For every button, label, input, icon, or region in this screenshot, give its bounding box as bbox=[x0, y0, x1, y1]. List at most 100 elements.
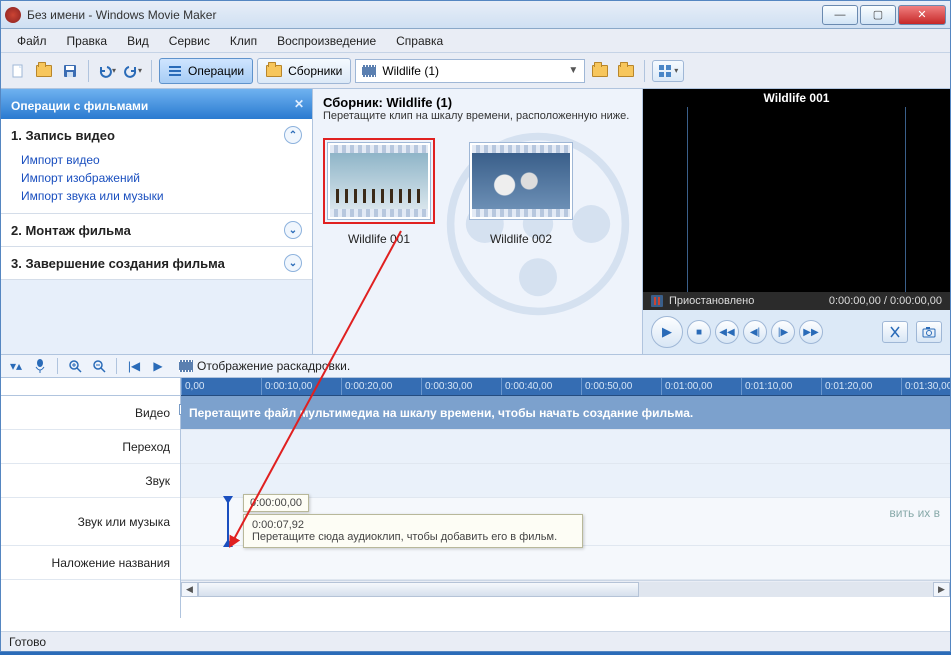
preview-status-text: Приостановлено bbox=[669, 295, 754, 307]
preview-time: 0:00:00,00 / 0:00:00,00 bbox=[829, 295, 942, 307]
stop-button[interactable]: ■ bbox=[687, 320, 711, 344]
window-title: Без имени - Windows Movie Maker bbox=[27, 8, 820, 22]
collections-button[interactable]: Сборники bbox=[257, 58, 351, 84]
collection-title: Сборник: Wildlife (1) bbox=[323, 95, 632, 110]
link-import-video[interactable]: Импорт видео bbox=[21, 151, 302, 169]
track-label-title: Наложение названия bbox=[1, 546, 180, 580]
ruler-tick: 0:00:10,00 bbox=[261, 378, 341, 395]
scroll-right-button[interactable]: ▶ bbox=[933, 582, 950, 597]
step-fwd-button[interactable]: |▶ bbox=[771, 320, 795, 344]
status-text: Готово bbox=[9, 635, 46, 649]
preview-title: Wildlife 001 bbox=[643, 89, 950, 107]
menu-playback[interactable]: Воспроизведение bbox=[269, 31, 384, 51]
app-icon bbox=[5, 7, 21, 23]
status-bar: Готово bbox=[1, 631, 950, 651]
collections-button-label: Сборники bbox=[288, 64, 342, 78]
task-pane-close-icon[interactable]: ✕ bbox=[294, 97, 304, 111]
track-video[interactable]: Перетащите файл мультимедиа на шкалу вре… bbox=[181, 396, 950, 430]
menu-file[interactable]: Файл bbox=[9, 31, 55, 51]
tooltip-start-time: 0:00:00,00 bbox=[243, 494, 309, 512]
film-icon bbox=[179, 360, 193, 372]
next-button[interactable]: ▶▶ bbox=[799, 320, 823, 344]
drag-insert-marker bbox=[227, 498, 229, 545]
clip-item-1[interactable]: Wildlife 001 bbox=[323, 138, 435, 246]
collection-pane: Сборник: Wildlife (1) Перетащите клип на… bbox=[313, 89, 642, 354]
ruler-tick: 0:00:50,00 bbox=[581, 378, 661, 395]
track-title-overlay[interactable] bbox=[181, 546, 950, 580]
minimize-button[interactable]: — bbox=[822, 5, 858, 25]
zoom-in-button[interactable] bbox=[66, 357, 84, 375]
collection-subtitle: Перетащите клип на шкалу времени, распол… bbox=[323, 110, 632, 122]
play-button[interactable]: ▶ bbox=[651, 316, 683, 348]
new-folder-button[interactable] bbox=[615, 60, 637, 82]
menu-service[interactable]: Сервис bbox=[161, 31, 218, 51]
track-sound[interactable] bbox=[181, 464, 950, 498]
tooltip-end-time: 0:00:07,92 bbox=[252, 519, 574, 531]
scroll-left-button[interactable]: ◀ bbox=[181, 582, 198, 597]
rewind-timeline-button[interactable]: |◀ bbox=[125, 357, 143, 375]
tasks-button-label: Операции bbox=[188, 64, 244, 78]
prev-button[interactable]: ◀◀ bbox=[715, 320, 739, 344]
zoom-out-button[interactable] bbox=[90, 357, 108, 375]
maximize-button[interactable]: ▢ bbox=[860, 5, 896, 25]
task-group-1[interactable]: 1. Запись видео ⌃ bbox=[1, 119, 312, 151]
tooltip-drop-audio: 0:00:07,92 Перетащите сюда аудиоклип, чт… bbox=[243, 514, 583, 548]
view-button[interactable]: ▾ bbox=[652, 60, 684, 82]
split-button[interactable] bbox=[882, 321, 908, 343]
preview-controls: ▶ ■ ◀◀ ◀| |▶ ▶▶ bbox=[643, 310, 950, 354]
link-import-audio[interactable]: Импорт звука или музыки bbox=[21, 187, 302, 205]
tasks-button[interactable]: Операции bbox=[159, 58, 253, 84]
narrate-button[interactable] bbox=[31, 357, 49, 375]
track-label-sound: Звук bbox=[1, 464, 180, 498]
timeline-ruler[interactable]: 0,00 0:00:10,00 0:00:20,00 0:00:30,00 0:… bbox=[181, 378, 950, 396]
ruler-tick: 0:01:00,00 bbox=[661, 378, 741, 395]
play-timeline-button[interactable]: ▶ bbox=[149, 357, 167, 375]
task-group-2[interactable]: 2. Монтаж фильма ⌄ bbox=[1, 214, 312, 246]
clip-1-label: Wildlife 001 bbox=[323, 232, 435, 246]
clip-item-2[interactable]: Wildlife 002 bbox=[465, 138, 577, 246]
up-folder-button[interactable] bbox=[589, 60, 611, 82]
menu-edit[interactable]: Правка bbox=[59, 31, 116, 51]
link-import-images[interactable]: Импорт изображений bbox=[21, 169, 302, 187]
track-label-video: Видео − bbox=[1, 396, 180, 430]
chevron-down-icon: ⌄ bbox=[284, 221, 302, 239]
track-transition[interactable] bbox=[181, 430, 950, 464]
video-track-hint: Перетащите файл мультимедиа на шкалу вре… bbox=[181, 396, 950, 429]
ruler-tick: 0:00:30,00 bbox=[421, 378, 501, 395]
task-pane-header: Операции с фильмами ✕ bbox=[1, 89, 312, 119]
collection-select[interactable]: Wildlife (1) ▼ bbox=[355, 59, 585, 83]
menu-help[interactable]: Справка bbox=[388, 31, 451, 51]
ruler-tick: 0:00:40,00 bbox=[501, 378, 581, 395]
task-group-3-label: 3. Завершение создания фильма bbox=[11, 256, 225, 271]
track-music[interactable]: 0:00:00,00 0:00:07,92 Перетащите сюда ау… bbox=[181, 498, 950, 546]
ruler-tick: 0,00 bbox=[181, 378, 261, 395]
toolbar: ▾ ▾ Операции Сборники Wildlife (1) ▼ ▾ bbox=[1, 53, 950, 89]
snapshot-button[interactable] bbox=[916, 321, 942, 343]
ruler-tick: 0:00:20,00 bbox=[341, 378, 421, 395]
chevron-down-icon: ⌄ bbox=[284, 254, 302, 272]
new-button[interactable] bbox=[7, 60, 29, 82]
timeline-view-toggle[interactable]: Отображение раскадровки. bbox=[179, 359, 350, 373]
scrollbar-thumb[interactable] bbox=[198, 582, 639, 597]
chevron-up-icon: ⌃ bbox=[284, 126, 302, 144]
task-group-3[interactable]: 3. Завершение создания фильма ⌄ bbox=[1, 247, 312, 279]
save-button[interactable] bbox=[59, 60, 81, 82]
set-trim-button[interactable]: ▾▴ bbox=[7, 357, 25, 375]
film-icon bbox=[362, 65, 376, 77]
close-button[interactable]: ✕ bbox=[898, 5, 946, 25]
step-back-button[interactable]: ◀| bbox=[743, 320, 767, 344]
timeline-tracks[interactable]: 0,00 0:00:10,00 0:00:20,00 0:00:30,00 0:… bbox=[181, 378, 950, 618]
clip-2-label: Wildlife 002 bbox=[465, 232, 577, 246]
menu-view[interactable]: Вид bbox=[119, 31, 157, 51]
task-group-1-label: 1. Запись видео bbox=[11, 128, 115, 143]
tooltip-text: Перетащите сюда аудиоклип, чтобы добавит… bbox=[252, 531, 574, 543]
undo-button[interactable]: ▾ bbox=[96, 60, 118, 82]
timeline-scrollbar[interactable]: ◀ ▶ bbox=[181, 580, 950, 597]
track-label-transition: Переход bbox=[1, 430, 180, 464]
redo-button[interactable]: ▾ bbox=[122, 60, 144, 82]
task-group-2-label: 2. Монтаж фильма bbox=[11, 223, 131, 238]
menu-clip[interactable]: Клип bbox=[222, 31, 265, 51]
open-button[interactable] bbox=[33, 60, 55, 82]
preview-screen bbox=[643, 107, 950, 292]
list-icon bbox=[168, 64, 182, 78]
